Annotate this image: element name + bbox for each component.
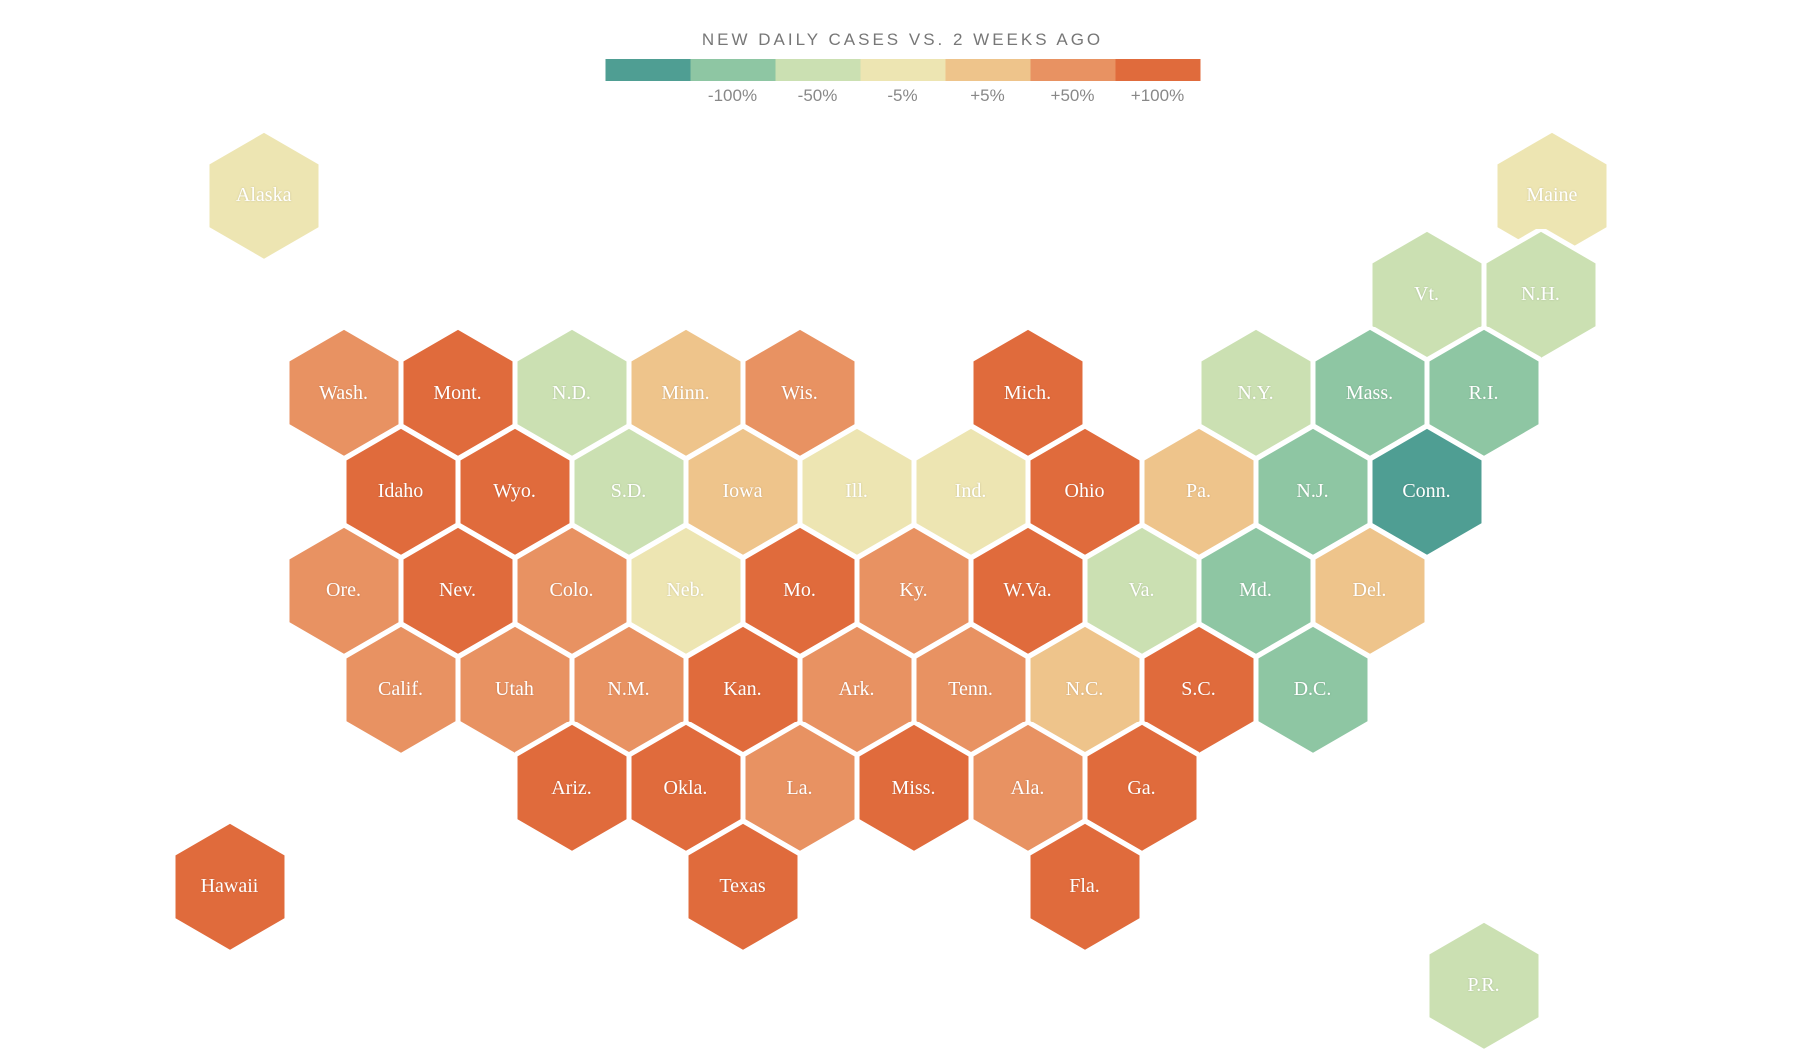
hex-state[interactable]: Ariz. — [515, 722, 629, 854]
chart-title: NEW DAILY CASES VS. 2 WEEKS AGO — [702, 30, 1103, 50]
hex-state[interactable]: P.R. — [1427, 920, 1541, 1051]
legend-swatch — [1115, 59, 1200, 81]
legend-label: +100% — [1115, 86, 1200, 106]
hex-state[interactable]: Miss. — [857, 722, 971, 854]
hex-map: AlaskaMaineVt.N.H.Wash.Mont.N.D.Minn.Wis… — [173, 130, 1633, 990]
hex-state[interactable]: Calif. — [344, 624, 458, 756]
legend-swatch — [860, 59, 945, 81]
legend-label: -50% — [775, 86, 860, 106]
legend-label: -5% — [860, 86, 945, 106]
legend-swatch — [1030, 59, 1115, 81]
hex-state[interactable]: Alaska — [207, 130, 321, 262]
legend-label: +50% — [1030, 86, 1115, 106]
hex-state[interactable]: Texas — [686, 821, 800, 953]
hex-state[interactable]: D.C. — [1256, 624, 1370, 756]
legend-labels: -100%-50%-5%+5%+50%+100% — [648, 86, 1158, 106]
legend-swatch — [775, 59, 860, 81]
legend-label: +5% — [945, 86, 1030, 106]
hex-state[interactable]: Hawaii — [173, 821, 287, 953]
legend-label: -100% — [690, 86, 775, 106]
legend-swatch — [605, 59, 690, 81]
legend-swatch — [945, 59, 1030, 81]
hex-state[interactable]: Fla. — [1028, 821, 1142, 953]
legend-swatch — [690, 59, 775, 81]
legend: -100%-50%-5%+5%+50%+100% — [604, 58, 1201, 106]
legend-swatches — [604, 58, 1201, 82]
